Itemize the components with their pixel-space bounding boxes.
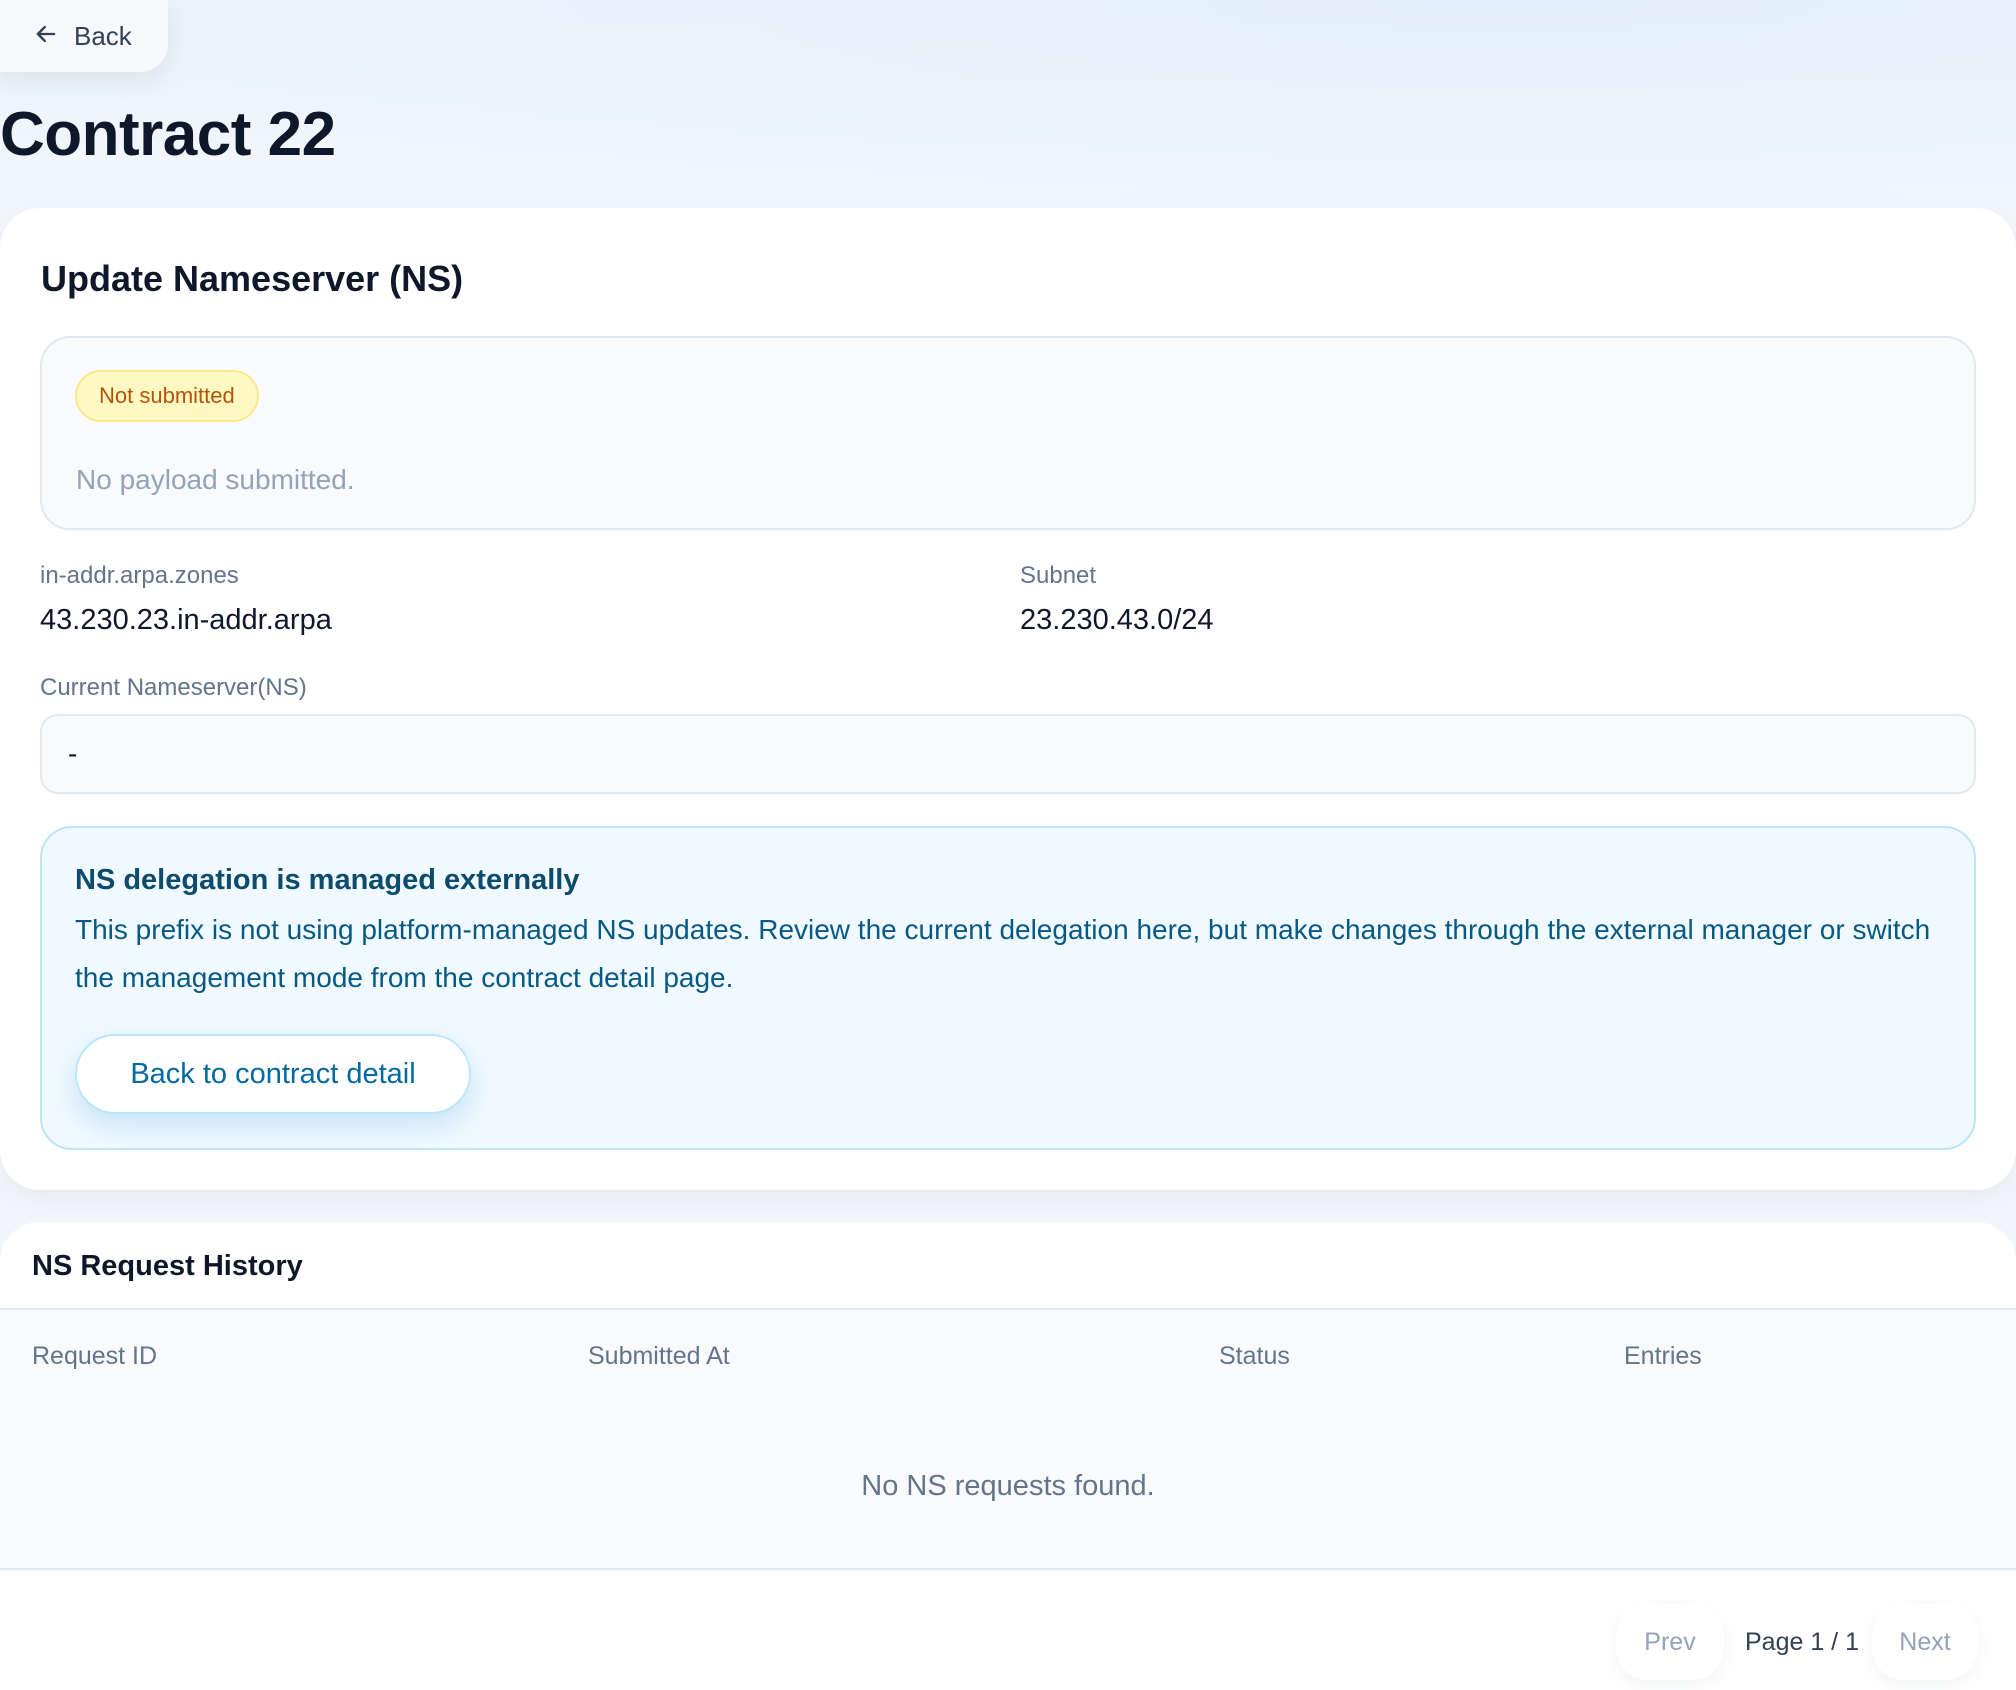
zones-value: 43.230.23.in-addr.arpa [40, 604, 332, 636]
notice-body: This prefix is not using platform-manage… [75, 914, 1931, 993]
column-header-request-id: Request ID [32, 1342, 158, 1370]
current-ns-field: - [40, 714, 1976, 794]
update-ns-card: Update Nameserver (NS) Not submitted No … [0, 208, 2016, 1190]
payload-status-text: No payload submitted. [76, 464, 355, 495]
notice-title: NS delegation is managed externally [75, 864, 580, 896]
current-ns-value: - [68, 738, 78, 769]
page-indicator: Page 1 / 1 [1745, 1627, 1859, 1656]
column-header-entries: Entries [1624, 1342, 1702, 1370]
back-to-contract-detail-button[interactable]: Back to contract detail [75, 1034, 471, 1114]
subnet-label: Subnet [1020, 562, 1097, 589]
current-ns-label: Current Nameserver(NS) [40, 674, 307, 701]
zones-label: in-addr.arpa.zones [40, 562, 239, 589]
external-management-notice: NS delegation is managed externally This… [40, 826, 1976, 1150]
submission-status-panel: Not submitted No payload submitted. [40, 336, 1976, 530]
back-button-label: Back [74, 20, 132, 51]
status-badge: Not submitted [75, 370, 259, 422]
prev-page-button[interactable]: Prev [1616, 1604, 1724, 1680]
ns-request-history: NS Request History Request ID Submitted … [0, 1222, 2016, 1690]
history-title: NS Request History [32, 1250, 303, 1282]
next-page-button[interactable]: Next [1872, 1604, 1978, 1680]
history-table: Request ID Submitted At Status Entries N… [0, 1310, 2016, 1568]
column-header-status: Status [1219, 1342, 1290, 1370]
table-bottom-border [0, 1568, 2016, 1570]
column-header-submitted-at: Submitted At [588, 1342, 730, 1370]
back-button[interactable]: Back [0, 0, 168, 72]
subnet-value: 23.230.43.0/24 [1020, 604, 1214, 636]
arrow-left-icon [32, 20, 60, 53]
card-title: Update Nameserver (NS) [41, 258, 464, 299]
page-title: Contract 22 [0, 100, 336, 169]
empty-state-message: No NS requests found. [861, 1470, 1155, 1502]
